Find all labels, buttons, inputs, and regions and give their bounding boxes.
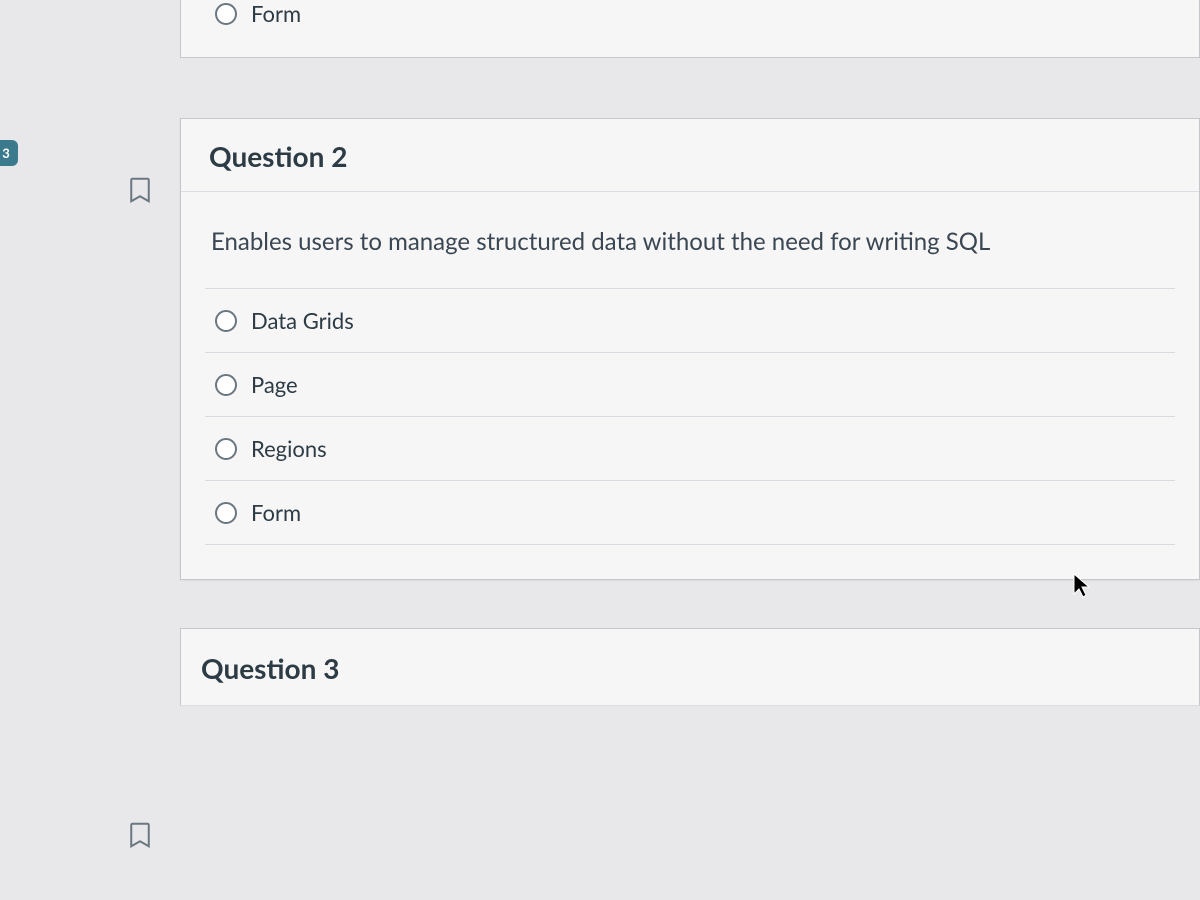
question-1-card-fragment: Form xyxy=(180,0,1200,58)
radio-icon[interactable] xyxy=(215,502,237,524)
option-row[interactable]: Form xyxy=(181,0,1199,57)
radio-icon[interactable] xyxy=(215,374,237,396)
radio-icon[interactable] xyxy=(215,310,237,332)
bookmark-flag-icon[interactable] xyxy=(125,175,155,205)
sidebar-tab-badge[interactable]: 3 xyxy=(0,140,18,166)
option-label: Data Grids xyxy=(251,307,354,334)
question-prompt: Enables users to manage structured data … xyxy=(181,192,1199,288)
sidebar-tab-number: 3 xyxy=(2,145,10,161)
option-label: Form xyxy=(251,0,301,27)
option-label: Regions xyxy=(251,435,327,462)
question-title: Question 3 xyxy=(181,629,1199,705)
bookmark-flag-icon[interactable] xyxy=(125,820,155,850)
option-label: Page xyxy=(251,371,298,398)
options-list: Data Grids Page Regions Form xyxy=(181,288,1199,579)
question-title: Question 2 xyxy=(209,139,1171,173)
question-2-card: Question 2 Enables users to manage struc… xyxy=(180,118,1200,580)
option-row[interactable]: Page xyxy=(205,352,1175,416)
option-row[interactable]: Regions xyxy=(205,416,1175,480)
option-row[interactable]: Form xyxy=(205,480,1175,545)
radio-icon[interactable] xyxy=(215,438,237,460)
option-row[interactable]: Data Grids xyxy=(205,288,1175,352)
question-3-card: Question 3 xyxy=(180,628,1200,706)
option-label: Form xyxy=(251,499,301,526)
question-header: Question 2 xyxy=(181,119,1199,192)
radio-icon[interactable] xyxy=(215,3,237,25)
